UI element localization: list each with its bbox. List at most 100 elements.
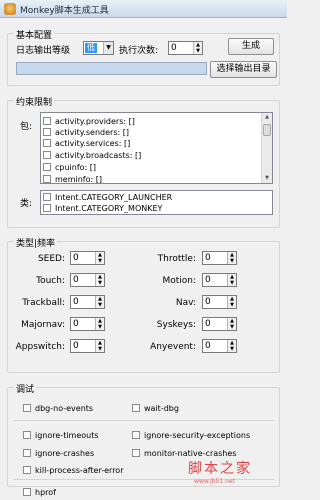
spin-down-icon[interactable]: ▼	[228, 258, 236, 264]
spin-arrows[interactable]: ▲ ▼	[227, 340, 236, 352]
trackball-spinner[interactable]: 0 ▲ ▼	[70, 295, 105, 309]
checkbox[interactable]	[43, 163, 51, 171]
appswitch-value[interactable]: 0	[73, 341, 79, 352]
checkbox[interactable]	[43, 151, 51, 159]
throttle-label: Throttle:	[157, 254, 196, 264]
option-kill-process-after-error[interactable]: kill-process-after-error	[23, 465, 123, 476]
spin-down-icon[interactable]: ▼	[228, 346, 236, 352]
chevron-down-icon[interactable]: ▼	[103, 42, 113, 54]
spin-down-icon[interactable]: ▼	[228, 324, 236, 330]
spin-down-icon[interactable]: ▼	[228, 302, 236, 308]
option-wait-dbg[interactable]: wait-dbg	[132, 403, 179, 414]
checkbox[interactable]	[43, 117, 51, 125]
list-item-label: Intent.CATEGORY_LAUNCHER	[55, 193, 173, 202]
window-title: Monkey脚本生成工具	[20, 6, 109, 16]
list-item[interactable]: Intent.CATEGORY_LAUNCHER	[43, 192, 172, 203]
checkbox[interactable]	[43, 204, 51, 212]
spin-down-icon[interactable]: ▼	[96, 324, 104, 330]
spin-down-icon[interactable]: ▼	[96, 280, 104, 286]
spin-arrows[interactable]: ▲ ▼	[95, 340, 104, 352]
touch-label: Touch:	[36, 276, 65, 286]
scroll-thumb[interactable]	[263, 124, 271, 136]
anyevent-value[interactable]: 0	[205, 341, 211, 352]
appswitch-spinner[interactable]: 0 ▲ ▼	[70, 339, 105, 353]
list-item[interactable]: activity.broadcasts: []	[43, 150, 141, 161]
spin-arrows[interactable]: ▲ ▼	[227, 274, 236, 286]
package-list-scrollbar[interactable]: ▲ ▼	[261, 113, 272, 183]
option-dbg-no-events[interactable]: dbg-no-events	[23, 403, 93, 414]
spin-down-icon[interactable]: ▼	[228, 280, 236, 286]
spin-down-icon[interactable]: ▼	[194, 48, 202, 54]
spin-arrows[interactable]: ▲ ▼	[227, 318, 236, 330]
nav-spinner[interactable]: 0 ▲ ▼	[202, 295, 237, 309]
checkbox[interactable]	[43, 175, 51, 183]
majornav-spinner[interactable]: 0 ▲ ▼	[70, 317, 105, 331]
log-level-select[interactable]: 低 ▼	[83, 41, 114, 55]
checkbox[interactable]	[132, 404, 140, 412]
list-item[interactable]: cpuinfo: []	[43, 162, 96, 173]
nav-value[interactable]: 0	[205, 297, 211, 308]
list-item[interactable]: meminfo: []	[43, 174, 102, 184]
app-icon	[4, 3, 16, 15]
throttle-spinner[interactable]: 0 ▲ ▼	[202, 251, 237, 265]
spin-down-icon[interactable]: ▼	[96, 302, 104, 308]
seed-label: SEED:	[37, 254, 65, 264]
option-label: hprof	[35, 488, 56, 497]
scroll-down-icon[interactable]: ▼	[262, 174, 272, 183]
spin-down-icon[interactable]: ▼	[96, 258, 104, 264]
exec-count-spinner[interactable]: 0 ▲ ▼	[168, 41, 203, 55]
spin-arrows[interactable]: ▲ ▼	[95, 252, 104, 264]
watermark-text: 脚本之家	[188, 461, 252, 477]
syskeys-spinner[interactable]: 0 ▲ ▼	[202, 317, 237, 331]
list-item[interactable]: activity.providers: []	[43, 116, 135, 127]
touch-spinner[interactable]: 0 ▲ ▼	[70, 273, 105, 287]
majornav-value[interactable]: 0	[73, 319, 79, 330]
spin-arrows[interactable]: ▲ ▼	[193, 42, 202, 54]
spin-down-icon[interactable]: ▼	[96, 346, 104, 352]
output-path-field[interactable]	[16, 62, 207, 75]
checkbox[interactable]	[132, 449, 140, 457]
list-item[interactable]: activity.services: []	[43, 138, 130, 149]
option-ignore-timeouts[interactable]: ignore-timeouts	[23, 430, 99, 441]
seed-spinner[interactable]: 0 ▲ ▼	[70, 251, 105, 265]
motion-spinner[interactable]: 0 ▲ ▼	[202, 273, 237, 287]
package-label: 包:	[20, 122, 33, 132]
checkbox[interactable]	[23, 488, 31, 496]
syskeys-value[interactable]: 0	[205, 319, 211, 330]
checkbox[interactable]	[132, 431, 140, 439]
generate-button[interactable]: 生成	[228, 38, 274, 55]
list-item[interactable]: Intent.CATEGORY_MONKEY	[43, 203, 162, 214]
checkbox[interactable]	[43, 128, 51, 136]
syskeys-label: Syskeys:	[156, 320, 196, 330]
spin-arrows[interactable]: ▲ ▼	[95, 274, 104, 286]
option-label: ignore-security-exceptions	[144, 431, 251, 440]
motion-value[interactable]: 0	[205, 275, 211, 286]
checkbox[interactable]	[23, 466, 31, 474]
checkbox[interactable]	[23, 449, 31, 457]
select-output-dir-button[interactable]: 选择输出目录	[210, 61, 277, 78]
exec-count-value[interactable]: 0	[171, 43, 177, 54]
spin-arrows[interactable]: ▲ ▼	[95, 318, 104, 330]
option-hprof[interactable]: hprof	[23, 487, 56, 498]
throttle-value[interactable]: 0	[205, 253, 211, 264]
checkbox[interactable]	[23, 431, 31, 439]
scroll-up-icon[interactable]: ▲	[262, 113, 272, 122]
checkbox[interactable]	[23, 404, 31, 412]
trackball-value[interactable]: 0	[73, 297, 79, 308]
seed-value[interactable]: 0	[73, 253, 79, 264]
spin-arrows[interactable]: ▲ ▼	[227, 252, 236, 264]
list-item-label: meminfo: []	[55, 175, 102, 184]
checkbox[interactable]	[43, 193, 51, 201]
nav-label: Nav:	[175, 298, 196, 308]
category-list[interactable]: Intent.CATEGORY_LAUNCHER Intent.CATEGORY…	[40, 190, 273, 215]
option-ignore-security-exceptions[interactable]: ignore-security-exceptions	[132, 430, 250, 441]
package-list[interactable]: activity.providers: [] activity.senders:…	[40, 112, 273, 184]
touch-value[interactable]: 0	[73, 275, 79, 286]
list-item[interactable]: activity.senders: []	[43, 127, 129, 138]
option-ignore-crashes[interactable]: ignore-crashes	[23, 448, 94, 459]
motion-label: Motion:	[162, 276, 196, 286]
spin-arrows[interactable]: ▲ ▼	[227, 296, 236, 308]
spin-arrows[interactable]: ▲ ▼	[95, 296, 104, 308]
checkbox[interactable]	[43, 139, 51, 147]
anyevent-spinner[interactable]: 0 ▲ ▼	[202, 339, 237, 353]
